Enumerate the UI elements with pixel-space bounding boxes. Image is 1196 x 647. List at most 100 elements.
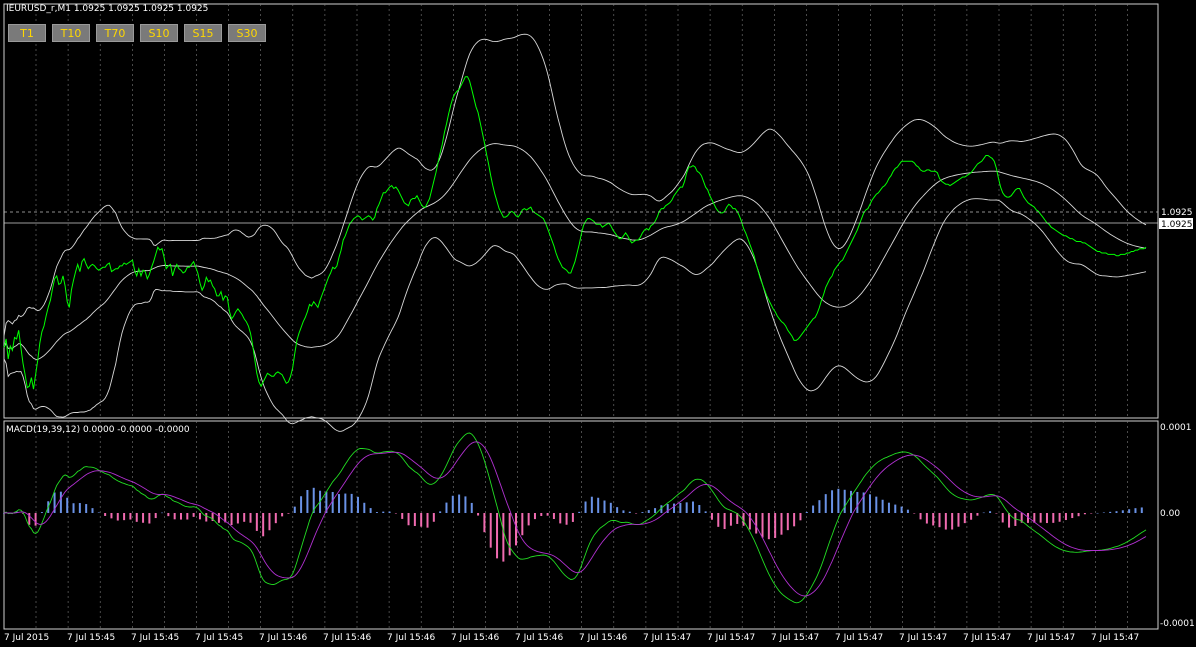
- macd-histogram-bar: [527, 513, 530, 526]
- macd-histogram-bar: [540, 513, 543, 517]
- macd-histogram-bar: [255, 513, 258, 531]
- macd-histogram-bar: [723, 513, 726, 530]
- timeframe-button-s15[interactable]: S15: [184, 24, 222, 42]
- vertical-grid: [35, 4, 1128, 629]
- macd-histogram-bar: [1052, 513, 1055, 523]
- upper-band-line: [3, 33, 1147, 337]
- bid-price-label: 1.0925: [1161, 220, 1193, 230]
- macd-histogram-bar: [142, 513, 145, 523]
- macd-histogram-bar: [894, 504, 897, 513]
- macd-histogram-bar: [293, 506, 296, 513]
- x-tick-label: 7 Jul 15:46: [259, 633, 308, 643]
- macd-histogram-bar: [1064, 513, 1067, 521]
- macd-histogram-bar: [1109, 511, 1112, 513]
- macd-histogram-bar: [97, 512, 100, 513]
- macd-histogram-bar: [989, 511, 992, 513]
- macd-histogram-bar: [451, 495, 454, 513]
- macd-histogram-bar: [1121, 510, 1124, 513]
- current-price-label: 1.0925: [1161, 208, 1193, 218]
- macd-histogram-bar: [805, 511, 808, 513]
- macd-histogram-bar: [533, 513, 536, 520]
- timeframe-button-t70[interactable]: T70: [96, 24, 134, 42]
- macd-histogram-bar: [812, 505, 815, 513]
- timeframe-button-t1[interactable]: T1: [8, 24, 46, 42]
- macd-histogram-bar: [976, 513, 979, 516]
- macd-histogram-bar: [477, 513, 480, 516]
- macd-histogram-bar: [938, 513, 941, 528]
- macd-histogram-bar: [521, 513, 524, 536]
- macd-histogram-bar: [287, 513, 290, 514]
- timeframe-button-s10[interactable]: S10: [140, 24, 178, 42]
- macd-histogram-bar: [1115, 511, 1118, 513]
- macd-histogram-bar: [919, 513, 922, 520]
- macd-histogram-bar: [489, 513, 492, 548]
- macd-histogram-bar: [104, 513, 107, 516]
- macd-histogram-bar: [382, 511, 385, 513]
- macd-histogram-bar: [850, 490, 853, 513]
- macd-histogram-bar: [571, 513, 574, 522]
- macd-histogram-bar: [565, 513, 568, 525]
- macd-histogram-bar: [40, 512, 43, 513]
- x-tick-label: 7 Jul 15:45: [67, 633, 115, 643]
- macd-histogram-bar: [249, 513, 252, 523]
- macd-histogram-bar: [944, 513, 947, 530]
- macd-histogram-bar: [868, 494, 871, 513]
- x-tick-label: 7 Jul 15:47: [1027, 633, 1075, 643]
- macd-histogram-bar: [881, 499, 884, 513]
- macd-histogram-bar: [824, 494, 827, 513]
- macd-histogram-bar: [906, 509, 909, 513]
- macd-histogram-bar: [413, 513, 416, 527]
- macd-histogram-bar: [843, 489, 846, 513]
- macd-histogram-bar: [470, 502, 473, 513]
- macd-histogram-bar: [982, 512, 985, 514]
- macd-histogram-bar: [887, 502, 890, 513]
- macd-histogram-bar: [464, 496, 467, 513]
- macd-histogram-bar: [1083, 513, 1086, 515]
- macd-histogram-bar: [135, 513, 138, 522]
- x-tick-label: 7 Jul 15:46: [323, 633, 372, 643]
- x-tick-label: 7 Jul 15:45: [195, 633, 243, 643]
- macd-histogram-bar: [148, 513, 151, 524]
- macd-histogram-bar: [274, 513, 277, 524]
- macd-histogram-bar: [59, 491, 62, 513]
- macd-histogram-bar: [597, 497, 600, 513]
- macd-histogram-bar: [786, 513, 789, 531]
- macd-histogram-bar: [559, 513, 562, 524]
- lower-band-line: [3, 198, 1147, 432]
- macd-histogram-bar: [350, 493, 353, 513]
- x-tick-label: 7 Jul 15:46: [515, 633, 564, 643]
- macd-histogram-bar: [635, 513, 638, 514]
- timeframe-button-s30[interactable]: S30: [228, 24, 266, 42]
- macd-histogram-bar: [609, 502, 612, 513]
- macd-histogram-bar: [192, 513, 195, 517]
- macd-histogram-bar: [641, 512, 644, 513]
- macd-histogram-bar: [502, 513, 505, 562]
- x-tick-label: 7 Jul 15:47: [835, 633, 883, 643]
- macd-histogram-bar: [338, 494, 341, 513]
- macd-histogram-bar: [268, 513, 271, 531]
- macd-histogram-bar: [1102, 512, 1105, 514]
- macd-histogram-bar: [900, 506, 903, 513]
- macd-histogram-bar: [85, 504, 88, 513]
- macd-histogram-bar: [603, 500, 606, 513]
- timeframe-button-t10[interactable]: T10: [52, 24, 90, 42]
- macd-histogram-bar: [590, 496, 593, 513]
- macd-histogram-bar: [407, 513, 410, 526]
- x-tick-label: 7 Jul 15:46: [579, 633, 628, 643]
- macd-histogram-bar: [1071, 513, 1074, 519]
- x-tick-label: 7 Jul 15:46: [387, 633, 436, 643]
- macd-histogram-bar: [673, 503, 676, 513]
- macd-histogram-bar: [205, 513, 208, 522]
- macd-histogram-bar: [729, 513, 732, 526]
- macd-histogram-bar: [72, 503, 75, 513]
- macd-histogram-bar: [116, 513, 119, 521]
- macd-histogram-bar: [281, 513, 284, 517]
- macd-histogram-bar: [306, 490, 309, 513]
- macd-histogram-bar: [167, 513, 170, 517]
- macd-histogram-bar: [698, 505, 701, 513]
- macd-title: MACD(19,39,12) 0.0000 -0.0000 -0.0000: [6, 425, 190, 435]
- macd-histogram-bar: [66, 497, 69, 513]
- macd-histogram-bar: [710, 513, 713, 520]
- macd-histogram-bar: [375, 512, 378, 513]
- macd-histogram-bar: [717, 513, 720, 527]
